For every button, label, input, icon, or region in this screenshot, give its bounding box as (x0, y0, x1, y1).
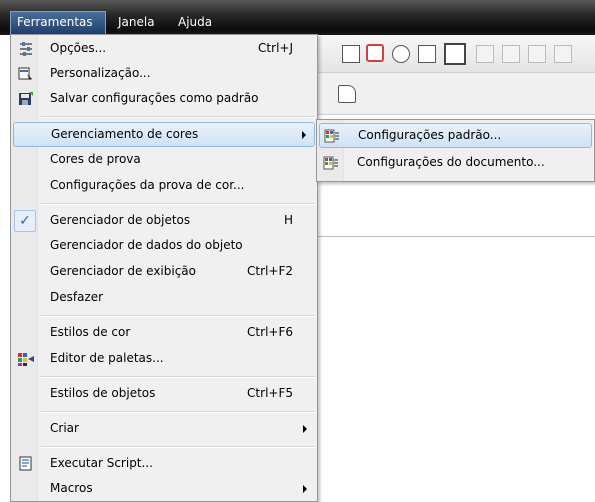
menu-item-gerenciador-exibicao-shortcut: Ctrl+F2 (247, 264, 293, 278)
menu-item-cores-prova[interactable]: Cores de prova (13, 148, 315, 173)
menu-item-gerenciador-objetos[interactable]: ✓ Gerenciador de objetos H (13, 209, 315, 234)
submenu-item-config-documento[interactable]: Configurações do documento... (319, 151, 592, 176)
menu-item-config-prova-label: Configurações da prova de cor... (50, 178, 245, 192)
document-area (316, 182, 595, 237)
color-settings-icon (324, 129, 339, 143)
menu-item-estilos-cor-shortcut: Ctrl+F6 (247, 325, 293, 339)
menu-item-gerenciador-exibicao-label: Gerenciador de exibição (50, 264, 196, 278)
menu-item-estilos-objetos-shortcut: Ctrl+F5 (247, 386, 293, 400)
menu-item-gerenciamento-cores[interactable]: Gerenciamento de cores (13, 122, 315, 147)
submenu-item-config-padrao[interactable]: Configurações padrão... (319, 123, 592, 148)
options-icon (20, 42, 32, 56)
menu-separator (41, 446, 315, 448)
menu-item-estilos-objetos-label: Estilos de objetos (50, 386, 156, 400)
menu-item-criar[interactable]: Criar (13, 417, 315, 442)
menu-item-gerenciador-objetos-label: Gerenciador de objetos (50, 213, 191, 227)
script-icon (19, 456, 32, 471)
submenu-arrow-icon (303, 425, 307, 433)
menu-item-opcoes[interactable]: Opções... Ctrl+J (13, 37, 315, 62)
ferramentas-dropdown: Opções... Ctrl+J Personalização... Salva… (10, 34, 318, 502)
checkmark-icon: ✓ (14, 210, 36, 232)
toolbar-button-snap-icon[interactable] (366, 44, 384, 62)
standard-toolbar (316, 36, 595, 73)
menu-item-macros[interactable]: Macros (13, 477, 315, 502)
menu-janela[interactable]: Janela (112, 12, 161, 33)
toolbar-button-disabled-3-icon (528, 45, 546, 63)
customization-icon (18, 67, 32, 80)
menu-ajuda-label: Ajuda (178, 15, 213, 29)
menu-item-personalizacao[interactable]: Personalização... (13, 62, 315, 87)
property-bar (316, 73, 595, 115)
menu-item-cores-prova-label: Cores de prova (50, 152, 141, 166)
menu-ferramentas-label: Ferramentas (17, 15, 93, 29)
toolbar-button-disabled-4-icon (554, 45, 572, 63)
submenu-item-config-documento-label: Configurações do documento... (357, 155, 545, 169)
submenu-item-config-padrao-label: Configurações padrão... (358, 128, 502, 142)
menu-separator (41, 203, 315, 205)
menu-separator (41, 376, 315, 378)
menu-item-macros-label: Macros (50, 481, 93, 495)
palette-editor-icon (18, 353, 34, 366)
menu-janela-label: Janela (118, 15, 155, 29)
menu-item-dados-objeto[interactable]: Gerenciador de dados do objeto (13, 234, 315, 259)
menu-item-estilos-cor-label: Estilos de cor (50, 325, 131, 339)
menu-item-executar-script-label: Executar Script... (50, 456, 153, 470)
menu-ferramentas[interactable]: Ferramentas (10, 11, 106, 34)
menu-item-executar-script[interactable]: Executar Script... (13, 452, 315, 477)
toolbar-button-zoom-fit-icon[interactable] (418, 45, 436, 63)
menu-item-gerenciador-objetos-shortcut: H (283, 213, 293, 227)
color-management-submenu: Configurações padrão... Configurações do… (316, 119, 595, 182)
submenu-arrow-icon (302, 131, 306, 139)
menu-item-opcoes-label: Opções... (50, 41, 107, 55)
menu-item-salvar-padrao-label: Salvar configurações como padrão (50, 91, 259, 105)
menu-item-salvar-padrao[interactable]: Salvar configurações como padrão (13, 87, 315, 112)
menu-separator (41, 315, 315, 317)
toolbar-button-frame-icon[interactable] (342, 45, 360, 63)
toolbar-button-view-icon[interactable] (444, 43, 466, 65)
workspace (316, 237, 595, 502)
toolbar-button-zoom-icon[interactable] (392, 45, 410, 63)
menu-item-editor-paletas[interactable]: Editor de paletas... (13, 347, 315, 372)
menu-item-criar-label: Criar (50, 421, 79, 435)
menu-item-config-prova[interactable]: Configurações da prova de cor... (13, 174, 315, 199)
menu-item-estilos-cor[interactable]: Estilos de cor Ctrl+F6 (13, 321, 315, 346)
menu-separator (41, 116, 315, 118)
submenu-arrow-icon (303, 485, 307, 493)
toolbar-button-disabled-2-icon (502, 45, 520, 63)
menu-item-personalizacao-label: Personalização... (50, 66, 151, 80)
toolbar-button-disabled-1-icon (476, 45, 494, 63)
menu-item-dados-objeto-label: Gerenciador de dados do objeto (50, 238, 243, 252)
menu-item-gerenciador-exibicao[interactable]: Gerenciador de exibição Ctrl+F2 (13, 260, 315, 285)
menu-separator (41, 411, 315, 413)
menu-item-editor-paletas-label: Editor de paletas... (50, 351, 164, 365)
menu-item-estilos-objetos[interactable]: Estilos de objetos Ctrl+F5 (13, 382, 315, 407)
document-color-settings-icon (323, 156, 338, 170)
menu-item-gerenciamento-cores-label: Gerenciamento de cores (51, 127, 199, 141)
menu-item-opcoes-shortcut: Ctrl+J (258, 41, 293, 55)
menu-bar: Ferramentas Janela Ajuda (0, 0, 595, 35)
menu-item-desfazer[interactable]: Desfazer (13, 286, 315, 311)
shape-tool-icon[interactable] (338, 85, 356, 103)
menu-item-desfazer-label: Desfazer (50, 290, 104, 304)
save-defaults-icon (19, 92, 33, 105)
menu-ajuda[interactable]: Ajuda (172, 12, 218, 33)
